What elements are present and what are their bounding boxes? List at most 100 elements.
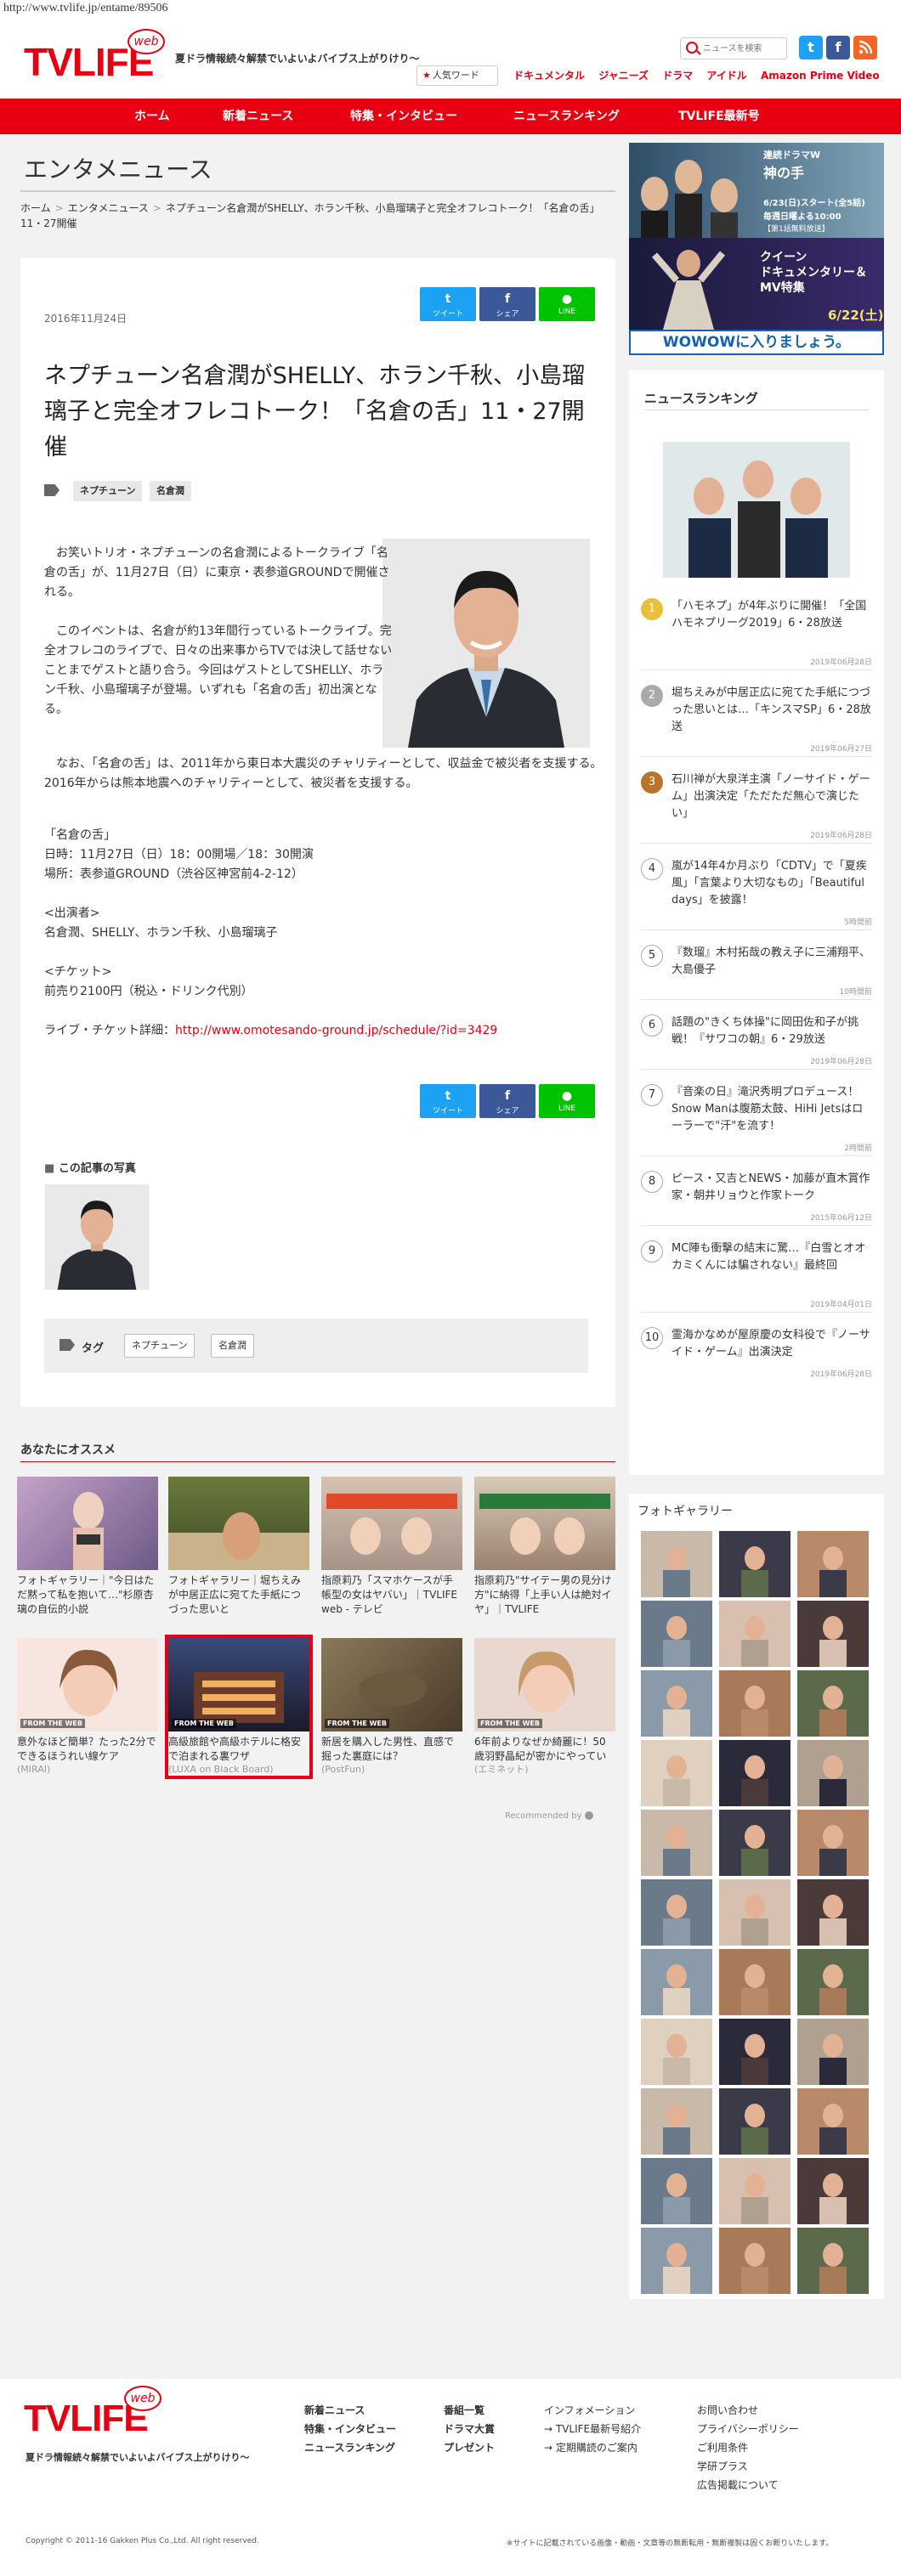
rss-icon[interactable] <box>853 36 877 59</box>
breadcrumb-home[interactable]: ホーム <box>20 202 51 214</box>
twitter-icon[interactable]: t <box>799 36 823 59</box>
recommend-card[interactable]: FROM THE WEB 6年前よりなぜか綺麗に！50歳羽野晶紀が密かにやってい… <box>474 1638 615 1776</box>
tweet-button[interactable]: t ツイート <box>420 287 476 321</box>
share-label: シェア <box>496 1107 519 1116</box>
gallery-thumb[interactable] <box>719 1670 790 1737</box>
nav-features[interactable]: 特集・インタビュー <box>350 99 457 134</box>
tag-chip[interactable]: ネプチューン <box>73 481 143 501</box>
gallery-thumb[interactable] <box>797 2158 869 2224</box>
line-share-button[interactable]: ● LINE <box>539 1084 595 1118</box>
recommend-card[interactable]: 指原莉乃「スマホケースが手帳型の女はヤバい」｜TVLIFE web - テレビ <box>321 1477 462 1616</box>
article-photo-thumb[interactable] <box>44 1184 150 1290</box>
footer-link[interactable]: 新着ニュース <box>304 2401 396 2420</box>
gallery-thumb[interactable] <box>641 2088 712 2155</box>
gallery-thumb[interactable] <box>797 2088 869 2155</box>
gallery-thumb[interactable] <box>641 2019 712 2085</box>
recommend-card[interactable]: FROM THE WEB 新居を購入した男性、直感で掘った裏庭には？ (Post… <box>321 1638 462 1776</box>
gallery-thumb[interactable] <box>641 2158 712 2224</box>
recommend-card-highlighted[interactable]: FROM THE WEB 高級旅館や高級ホテルに格安で泊まれる裏ワザ (LUXA… <box>165 1635 313 1779</box>
search-input[interactable] <box>703 41 783 56</box>
ad-cta[interactable]: WOWOWに入りましょう。 <box>629 330 884 355</box>
topnav-link[interactable]: Amazon Prime Video <box>761 70 880 82</box>
gallery-thumb[interactable] <box>641 1740 712 1806</box>
topnav-link[interactable]: ドキュメンタル <box>513 70 585 82</box>
topnav-link[interactable]: ジャニーズ <box>598 70 649 82</box>
footer-link[interactable]: 学研プラス <box>697 2457 799 2476</box>
gallery-thumb[interactable] <box>719 2158 790 2224</box>
footer-link[interactable]: プライバシーポリシー <box>697 2420 799 2438</box>
gallery-thumb[interactable] <box>641 1601 712 1667</box>
nav-latest-issue[interactable]: TVLIFE最新号 <box>678 99 760 134</box>
detail-link[interactable]: http://www.omotesando-ground.jp/schedule… <box>175 1024 497 1037</box>
footer-col-4: お問い合わせ プライバシーポリシー ご利用条件 学研プラス 広告掲載について <box>697 2401 799 2494</box>
facebook-icon[interactable]: f <box>826 36 850 59</box>
facebook-share-button[interactable]: f シェア <box>479 287 536 321</box>
gallery-thumb[interactable] <box>797 1670 869 1737</box>
search-box[interactable] <box>680 37 787 59</box>
gallery-thumb[interactable] <box>719 1740 790 1806</box>
recommend-card[interactable]: フォトギャラリー｜堀ちえみが中居正広に宛てた手紙につづった思いと <box>168 1477 309 1616</box>
gallery-thumb[interactable] <box>641 1810 712 1876</box>
article-main-photo[interactable] <box>382 539 590 748</box>
gallery-thumb[interactable] <box>797 2228 869 2294</box>
gallery-thumb[interactable] <box>797 1531 869 1597</box>
gallery-thumb[interactable] <box>797 1879 869 1946</box>
recommend-card[interactable]: フォトギャラリー｜"今日はただ黙って私を抱いて…"杉原杏璃の自伝的小説 <box>17 1477 158 1616</box>
nav-ranking[interactable]: ニュースランキング <box>513 99 620 134</box>
ad-line1: 連続ドラマW <box>763 150 821 161</box>
gallery-thumb[interactable] <box>797 1810 869 1876</box>
gallery-thumb[interactable] <box>719 2088 790 2155</box>
topnav-link[interactable]: アイドル <box>706 70 746 82</box>
tag-chip[interactable]: 名倉潤 <box>211 1334 254 1358</box>
gallery-thumb[interactable] <box>719 1949 790 2015</box>
wowow-ad-banner[interactable]: 連続ドラマW 神の手 6/23(日)スタート(全5話) 毎週日曜よる10:00 … <box>629 143 884 355</box>
gallery-thumb[interactable] <box>641 1531 712 1597</box>
line-share-button[interactable]: ● LINE <box>539 287 595 321</box>
footer-link[interactable]: → 定期購読のご案内 <box>544 2438 641 2457</box>
ad-note: 【第1話無料放送】 <box>763 225 830 234</box>
gallery-thumb[interactable] <box>719 1531 790 1597</box>
recommend-caption: 6年前よりなぜか綺麗に！50歳羽野晶紀が密かにやっている若見せ術 <box>474 1736 607 1762</box>
topnav-link[interactable]: ドラマ <box>662 70 693 82</box>
ranking-top-photo[interactable] <box>663 442 850 578</box>
gallery-thumb[interactable] <box>797 2019 869 2085</box>
top-keyword-nav: ドキュメンタル ジャニーズ ドラマ アイドル Amazon Prime Vide… <box>513 68 890 82</box>
tag-chip[interactable]: ネプチューン <box>124 1334 196 1358</box>
nav-home[interactable]: ホーム <box>134 99 170 134</box>
gallery-thumb[interactable] <box>641 1670 712 1737</box>
footer-link[interactable]: ニュースランキング <box>304 2438 396 2457</box>
footer-link[interactable]: ご利用条件 <box>697 2438 799 2457</box>
gallery-thumb[interactable] <box>797 1740 869 1806</box>
gallery-thumb[interactable] <box>719 1810 790 1876</box>
gallery-thumb[interactable] <box>719 1601 790 1667</box>
gallery-thumb[interactable] <box>641 1949 712 2015</box>
footer-link[interactable]: 特集・インタビュー <box>304 2420 396 2438</box>
search-icon[interactable] <box>686 42 698 54</box>
recommend-card[interactable]: FROM THE WEB 意外なほど簡単？たった2分でできるほうれい線ケア (M… <box>17 1638 158 1776</box>
recommend-image <box>17 1477 158 1570</box>
footer-link[interactable]: 番組一覧 <box>444 2401 495 2420</box>
gallery-thumb[interactable] <box>719 2228 790 2294</box>
gallery-thumb[interactable] <box>797 1601 869 1667</box>
breadcrumb-category[interactable]: エンタメニュース <box>68 202 149 214</box>
footer-link[interactable]: ドラマ大賞 <box>444 2420 495 2438</box>
recommended-by[interactable]: Recommended by <box>505 1811 593 1821</box>
event-place: 場所：表参道GROUND（渋谷区神宮前4-2-12） <box>44 867 303 881</box>
rank-badge: 2 <box>641 685 663 707</box>
footer-link[interactable]: お問い合わせ <box>697 2401 799 2420</box>
footer-link[interactable]: 広告掲載について <box>697 2476 799 2494</box>
gallery-thumb[interactable] <box>641 1879 712 1946</box>
footer-link[interactable]: プレゼント <box>444 2438 495 2457</box>
gallery-thumb[interactable] <box>641 2228 712 2294</box>
gallery-thumb[interactable] <box>719 1879 790 1946</box>
facebook-share-button[interactable]: f シェア <box>479 1084 536 1118</box>
tag-chip[interactable]: 名倉潤 <box>150 481 191 501</box>
nav-news[interactable]: 新着ニュース <box>223 99 293 134</box>
gallery-thumb[interactable] <box>719 2019 790 2085</box>
recommend-caption: 新居を購入した男性、直感で掘った裏庭には？ <box>321 1736 455 1762</box>
popular-words-button[interactable]: ★ 人気ワード <box>416 65 498 86</box>
recommend-card[interactable]: 指原莉乃"サイテー男の見分け方"に納得「上手い人は絶対イヤ」｜TVLIFE <box>474 1477 615 1616</box>
tweet-button[interactable]: t ツイート <box>420 1084 476 1118</box>
footer-link[interactable]: → TVLIFE最新号紹介 <box>544 2420 641 2438</box>
gallery-thumb[interactable] <box>797 1949 869 2015</box>
